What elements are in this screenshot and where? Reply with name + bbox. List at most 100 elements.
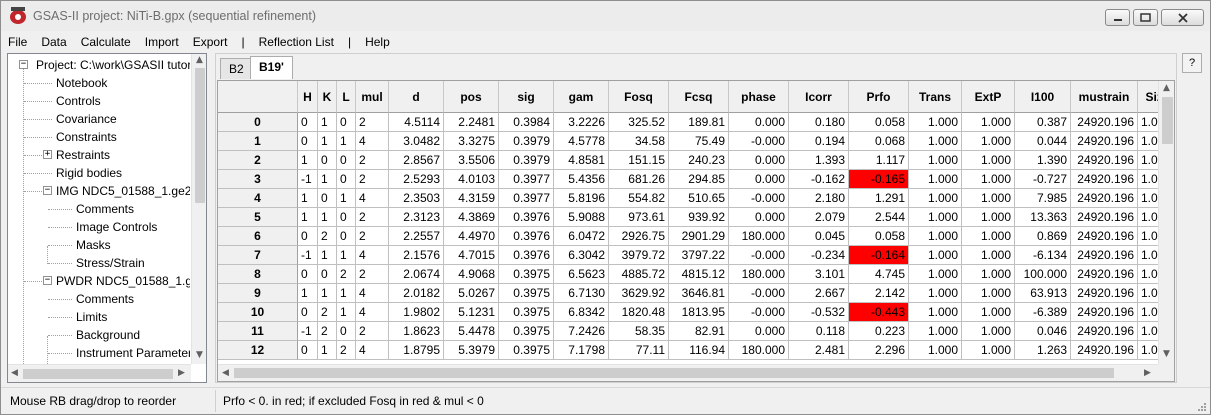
table-cell[interactable]: -1	[298, 246, 318, 265]
table-cell[interactable]: 1	[298, 284, 318, 303]
table-cell[interactable]: 2	[337, 341, 356, 360]
table-cell[interactable]: 2	[356, 322, 389, 341]
table-cell[interactable]: 1	[318, 113, 337, 132]
table-cell[interactable]: 7.2426	[554, 322, 609, 341]
tree-vertical-scrollbar[interactable]: ▲ ▼	[191, 54, 206, 364]
table-cell[interactable]: 5.1231	[444, 303, 499, 322]
table-cell[interactable]: 2	[337, 265, 356, 284]
table-cell[interactable]: 151.15	[609, 151, 669, 170]
table-cell[interactable]: 0	[337, 113, 356, 132]
table-cell-highlighted[interactable]: -0.164	[849, 246, 909, 265]
table-cell[interactable]: 24920.196	[1071, 132, 1138, 151]
table-cell[interactable]: -0.000	[729, 303, 789, 322]
table-cell[interactable]: 1.8795	[389, 341, 444, 360]
table-cell[interactable]: 4.745	[849, 265, 909, 284]
table-cell[interactable]: 4	[356, 284, 389, 303]
table-cell[interactable]: 0.3975	[499, 322, 554, 341]
table-cell[interactable]: -0.000	[729, 189, 789, 208]
table-cell[interactable]: 1	[337, 189, 356, 208]
tree-item[interactable]: Instrument Parameter	[76, 344, 190, 362]
table-cell[interactable]: 2.0674	[389, 265, 444, 284]
table-cell[interactable]: 2	[356, 151, 389, 170]
table-cell[interactable]: 4815.12	[669, 265, 729, 284]
table-cell[interactable]: 1.117	[849, 151, 909, 170]
table-cell[interactable]: 6.8342	[554, 303, 609, 322]
table-cell[interactable]: 0	[298, 132, 318, 151]
grid-scroll-thumb[interactable]	[1162, 97, 1173, 144]
table-cell[interactable]: 6.0472	[554, 227, 609, 246]
menu-export[interactable]: Export	[186, 35, 235, 49]
row-header[interactable]: 3	[218, 170, 298, 189]
table-cell[interactable]: 7.985	[1015, 189, 1071, 208]
table-cell[interactable]: 0.3976	[499, 208, 554, 227]
table-cell[interactable]: 0.869	[1015, 227, 1071, 246]
tree-item[interactable]: Covariance	[56, 110, 117, 128]
table-cell[interactable]: -6.389	[1015, 303, 1071, 322]
table-cell[interactable]: 0.194	[789, 132, 849, 151]
table-cell[interactable]: -0.532	[789, 303, 849, 322]
grid-hscroll-thumb[interactable]	[234, 368, 1114, 378]
table-cell[interactable]: 1	[318, 208, 337, 227]
table-cell[interactable]: 2.8567	[389, 151, 444, 170]
tree-item[interactable]: Comments	[76, 290, 134, 308]
table-cell[interactable]: 3629.92	[609, 284, 669, 303]
scroll-down-icon[interactable]: ▼	[196, 350, 203, 360]
table-cell[interactable]: 1	[337, 246, 356, 265]
table-cell[interactable]: 0.3976	[499, 246, 554, 265]
table-cell[interactable]: 24920.196	[1071, 341, 1138, 360]
tree-item[interactable]: Notebook	[56, 74, 107, 92]
table-cell[interactable]: 0	[298, 227, 318, 246]
table-cell[interactable]: 4	[356, 189, 389, 208]
table-cell[interactable]: 1.000	[962, 170, 1015, 189]
table-cell[interactable]: 1	[298, 189, 318, 208]
table-cell[interactable]: 939.92	[669, 208, 729, 227]
table-cell[interactable]: 1.000	[909, 227, 962, 246]
table-cell[interactable]: 3.5506	[444, 151, 499, 170]
table-cell[interactable]: 6.7130	[554, 284, 609, 303]
table-cell[interactable]: 1.000	[962, 303, 1015, 322]
table-cell[interactable]: -0.000	[729, 132, 789, 151]
table-cell[interactable]: 2.2481	[444, 113, 499, 132]
table-cell[interactable]: 1.393	[789, 151, 849, 170]
table-cell[interactable]: 0.180	[789, 113, 849, 132]
table-cell[interactable]: 5.9088	[554, 208, 609, 227]
table-cell[interactable]: 2	[318, 303, 337, 322]
table-cell[interactable]: 294.85	[669, 170, 729, 189]
table-cell[interactable]: 2.079	[789, 208, 849, 227]
table-cell[interactable]: 0.045	[789, 227, 849, 246]
tree-item[interactable]: IMG NDC5_01588_1.ge2 #	[56, 182, 190, 200]
grid-vertical-scrollbar[interactable]: ▲ ▼	[1158, 81, 1174, 364]
table-cell[interactable]: 1.000	[909, 284, 962, 303]
table-cell[interactable]: 24920.196	[1071, 170, 1138, 189]
grid-corner-header[interactable]	[218, 81, 298, 113]
table-cell[interactable]: 2.667	[789, 284, 849, 303]
table-cell[interactable]: 1.8623	[389, 322, 444, 341]
grid-horizontal-scrollbar[interactable]: ◀ ▶	[218, 364, 1158, 381]
tree-item[interactable]: Rigid bodies	[56, 164, 122, 182]
table-cell-highlighted[interactable]: -0.165	[849, 170, 909, 189]
table-cell[interactable]: 24920.196	[1071, 189, 1138, 208]
table-cell[interactable]: 0	[318, 189, 337, 208]
table-cell[interactable]: 1	[318, 246, 337, 265]
table-cell[interactable]: 2	[318, 322, 337, 341]
tree-hscroll-thumb[interactable]	[23, 369, 173, 379]
column-header[interactable]: d	[389, 81, 444, 113]
table-cell[interactable]: 2.5293	[389, 170, 444, 189]
column-header[interactable]: ExtP	[962, 81, 1015, 113]
table-cell[interactable]: 1.000	[962, 284, 1015, 303]
table-cell[interactable]: 1.000	[909, 265, 962, 284]
table-cell[interactable]: 1	[318, 284, 337, 303]
tree-item[interactable]: Constraints	[56, 128, 117, 146]
table-cell[interactable]: 0	[337, 227, 356, 246]
table-cell[interactable]: 0	[298, 303, 318, 322]
tree-item[interactable]: Project: C:\work\GSASII tutor	[36, 56, 190, 74]
table-cell[interactable]: 1.000	[962, 189, 1015, 208]
table-cell[interactable]: 1	[298, 208, 318, 227]
table-cell[interactable]: 0.3977	[499, 170, 554, 189]
table-cell[interactable]: 1	[337, 284, 356, 303]
table-cell[interactable]: 13.363	[1015, 208, 1071, 227]
table-cell[interactable]: 0	[337, 322, 356, 341]
scroll-up-icon[interactable]: ▲	[196, 55, 203, 65]
column-header[interactable]: pos	[444, 81, 499, 113]
table-cell[interactable]: 0.000	[729, 208, 789, 227]
